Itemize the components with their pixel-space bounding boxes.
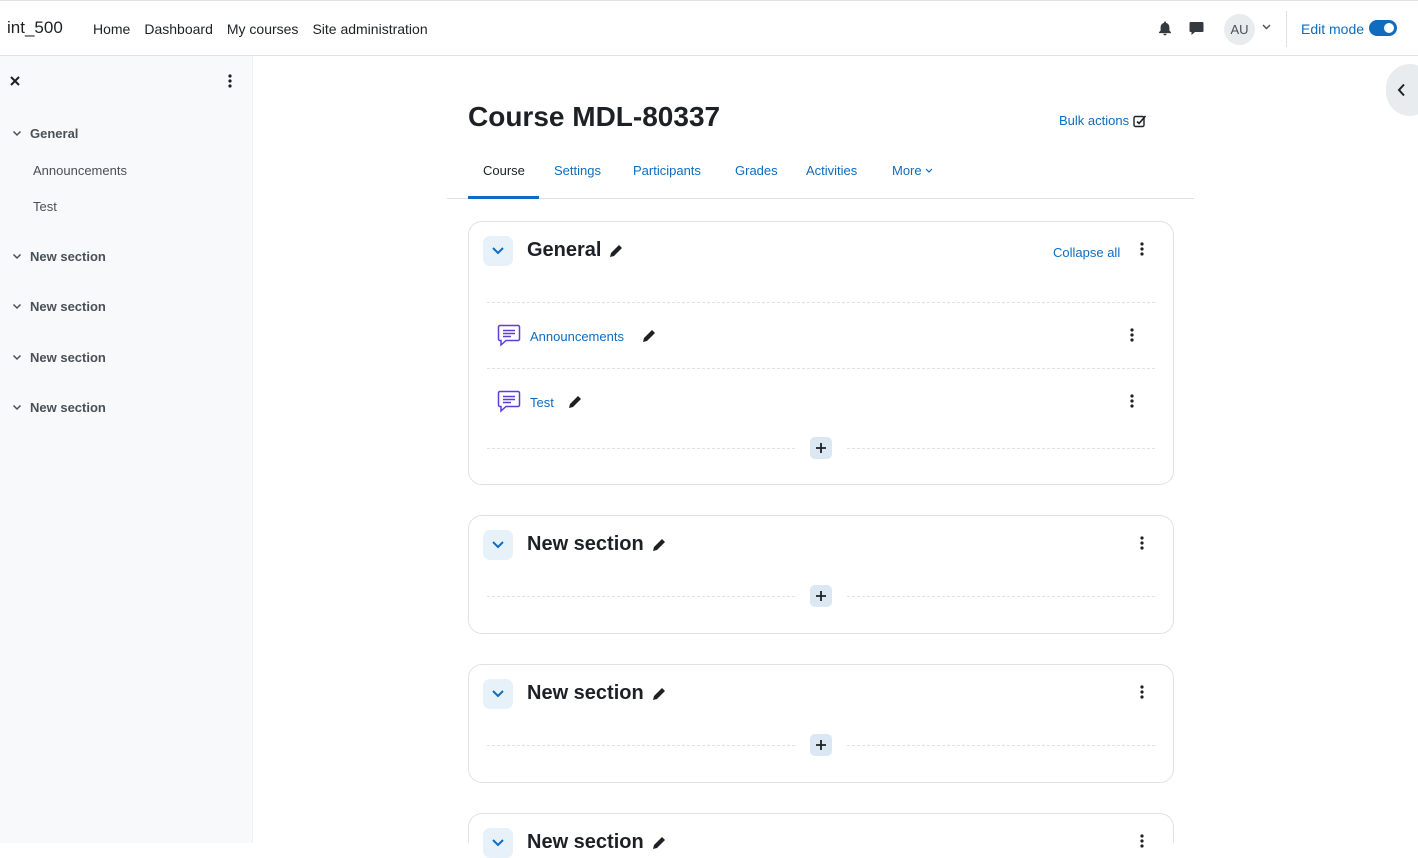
section-collapse-toggle[interactable] [483, 236, 513, 266]
drawer-section-general[interactable]: General [12, 126, 78, 141]
section-collapse-toggle[interactable] [483, 828, 513, 858]
block-drawer-toggle[interactable] [1386, 64, 1418, 116]
section-kebab-icon[interactable] [1140, 536, 1144, 550]
section-kebab-icon[interactable] [1140, 685, 1144, 699]
activity-announcements: Announcements [487, 303, 1155, 369]
chevron-down-icon [492, 690, 504, 698]
add-activity-button[interactable] [810, 734, 832, 756]
add-activity-row [487, 585, 1155, 607]
site-name[interactable]: int_500 [7, 18, 63, 38]
drawer-section-new-3[interactable]: New section [12, 350, 106, 365]
section-title-text: New section [527, 533, 644, 555]
chevron-down-icon [492, 541, 504, 549]
chevron-down-icon [12, 253, 22, 260]
section-collapse-toggle[interactable] [483, 679, 513, 709]
nav-my-courses[interactable]: My courses [227, 21, 299, 37]
course-index-drawer: General Announcements Test New section N… [0, 56, 253, 843]
chevron-down-icon[interactable] [1262, 24, 1271, 30]
add-activity-row [487, 437, 1155, 459]
course-section-general: General Collapse all Announcements Test [468, 221, 1174, 485]
activity-kebab-icon[interactable] [1130, 394, 1134, 408]
section-title: New section [527, 682, 666, 705]
plus-icon [816, 443, 826, 453]
navbar-divider [1286, 11, 1287, 47]
tab-more-label: More [892, 163, 922, 178]
close-icon[interactable] [9, 75, 21, 87]
chevron-down-icon [12, 303, 22, 310]
bell-icon[interactable] [1158, 21, 1172, 36]
active-tab-indicator [468, 196, 539, 199]
add-activity-button[interactable] [810, 437, 832, 459]
drawer-section-new-4[interactable]: New section [12, 400, 106, 415]
chat-icon[interactable] [1189, 21, 1204, 36]
collapse-all-link[interactable]: Collapse all [1053, 245, 1120, 260]
drawer-section-label: New section [30, 400, 106, 415]
drawer-item-test[interactable]: Test [33, 199, 57, 214]
add-activity-button[interactable] [810, 585, 832, 607]
bulk-actions-label: Bulk actions [1059, 113, 1130, 128]
chevron-left-icon [1397, 83, 1405, 97]
tab-participants[interactable]: Participants [633, 163, 701, 178]
forum-icon [497, 390, 521, 413]
edit-mode-toggle[interactable] [1369, 20, 1397, 36]
section-kebab-icon[interactable] [1140, 242, 1144, 256]
kebab-menu-icon[interactable] [228, 74, 232, 88]
chevron-down-icon [12, 354, 22, 361]
top-navbar: int_500 Home Dashboard My courses Site a… [0, 0, 1418, 56]
section-title-text: General [527, 239, 602, 261]
tab-settings[interactable]: Settings [554, 163, 601, 178]
drawer-section-label: New section [30, 249, 106, 264]
course-section-new-2: New section [468, 664, 1174, 783]
pencil-icon[interactable] [652, 538, 666, 552]
bulk-edit-icon [1133, 114, 1147, 127]
drawer-item-announcements[interactable]: Announcements [33, 163, 127, 178]
add-activity-row [487, 734, 1155, 756]
activity-link[interactable]: Announcements [530, 329, 624, 344]
chevron-down-icon [492, 247, 504, 255]
chevron-down-icon [12, 130, 22, 137]
activity-link[interactable]: Test [530, 395, 554, 410]
primary-navigation: Home Dashboard My courses Site administr… [93, 21, 442, 37]
pencil-icon[interactable] [642, 329, 656, 343]
chevron-down-icon [12, 404, 22, 411]
forum-icon [497, 324, 521, 347]
course-section-new-1: New section [468, 515, 1174, 634]
tab-course[interactable]: Course [483, 163, 525, 178]
pencil-icon[interactable] [652, 687, 666, 701]
edit-mode-label: Edit mode [1301, 21, 1365, 37]
plus-icon [816, 740, 826, 750]
section-title: General [527, 239, 623, 262]
section-title: New section [527, 533, 666, 556]
section-title-text: New section [527, 682, 644, 704]
activity-kebab-icon[interactable] [1130, 328, 1134, 342]
drawer-section-label: New section [30, 299, 106, 314]
chevron-down-icon [925, 168, 933, 173]
plus-icon [816, 591, 826, 601]
drawer-section-label: General [30, 126, 79, 141]
section-kebab-icon[interactable] [1140, 834, 1144, 848]
avatar[interactable]: AU [1224, 14, 1255, 45]
drawer-section-label: New section [30, 350, 106, 365]
drawer-section-new-1[interactable]: New section [12, 249, 106, 264]
page-title: Course MDL-80337 [468, 101, 721, 132]
secondary-navigation: Course Settings Participants Grades Acti… [447, 155, 1194, 199]
nav-home[interactable]: Home [93, 21, 130, 37]
tab-more[interactable]: More [892, 163, 933, 178]
course-section-new-3: New section [468, 813, 1174, 858]
activity-test: Test [487, 369, 1155, 435]
nav-dashboard[interactable]: Dashboard [144, 21, 213, 37]
tab-activities[interactable]: Activities [806, 163, 857, 178]
pencil-icon[interactable] [609, 244, 623, 258]
tab-grades[interactable]: Grades [735, 163, 778, 178]
bulk-actions-button[interactable]: Bulk actions [1059, 113, 1147, 128]
section-collapse-toggle[interactable] [483, 530, 513, 560]
pencil-icon[interactable] [568, 395, 582, 409]
drawer-section-new-2[interactable]: New section [12, 299, 106, 314]
nav-site-administration[interactable]: Site administration [312, 21, 427, 37]
